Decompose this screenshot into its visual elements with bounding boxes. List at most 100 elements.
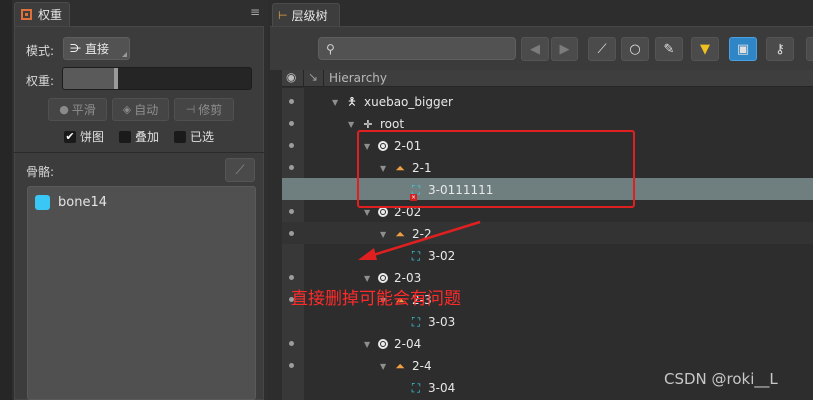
unchecked-box-icon [119, 130, 131, 143]
key-icon: ⚷ [775, 41, 785, 57]
next-button[interactable]: ▶ [551, 37, 578, 61]
divider [14, 152, 264, 153]
dropdown-corner-icon [122, 52, 127, 57]
key-button[interactable]: ⚷ [766, 37, 794, 61]
visibility-dot[interactable] [289, 275, 294, 280]
node-label: xuebao_bigger [364, 95, 453, 109]
slot-icon [378, 273, 388, 283]
node-label: 2-4 [412, 359, 432, 373]
node-label: 2-03 [394, 271, 422, 285]
bone-column-icon[interactable]: ↘ [308, 70, 318, 84]
tree-node-attachment[interactable]: ▼ ⏶ 2-4 [380, 355, 432, 377]
hierarchy-search-input[interactable]: ⚲ [318, 37, 516, 60]
annotation-arrow [358, 220, 481, 260]
weights-icon [21, 9, 32, 20]
slot-icon [378, 339, 388, 349]
pencil-icon: ✎ [663, 41, 675, 57]
search-icon: ⚲ [326, 41, 335, 56]
mode-select[interactable]: ⋺ 直接 [63, 37, 130, 60]
overlay-checkbox[interactable]: 叠加 [119, 128, 159, 145]
focus-frame-icon: ▣ [736, 41, 750, 57]
weight-slider-fill [63, 68, 116, 89]
filter-button[interactable]: ▼ [691, 37, 719, 61]
visibility-dot[interactable] [289, 165, 294, 170]
bone-pick-icon: ⟋ [235, 162, 245, 178]
annotation-highlight-box [357, 130, 635, 208]
pie-checkbox[interactable]: ✔ 饼图 [64, 128, 104, 145]
bone-pick-button[interactable]: ⟋ [225, 158, 255, 182]
watermark: CSDN @roki__L [664, 370, 778, 388]
node-label: 3-03 [428, 315, 456, 329]
expand-triangle-icon[interactable]: ▼ [348, 120, 356, 129]
pie-label: 饼图 [80, 130, 105, 144]
tab-hierarchy-label: 层级树 [291, 8, 328, 23]
expand-triangle-icon[interactable]: ▼ [364, 274, 372, 283]
new-slot-button[interactable]: ○ [621, 37, 649, 61]
previous-button[interactable]: ◀ [521, 37, 549, 61]
focus-button[interactable]: ▣ [729, 37, 757, 61]
weight-label: 权重: [26, 74, 55, 88]
expand-triangle-icon[interactable]: ▼ [364, 340, 372, 349]
filter-icon: ▼ [700, 41, 710, 57]
tree-node-slot[interactable]: ▼ 2-04 [364, 333, 421, 355]
visibility-dot[interactable] [289, 341, 294, 346]
toolbar-overflow-button[interactable] [806, 37, 813, 61]
visibility-eye-icon[interactable]: ◉ [286, 70, 296, 84]
tab-weights[interactable]: 权重 [14, 2, 70, 26]
expand-triangle-icon[interactable]: ▼ [364, 208, 372, 217]
bone-list-item[interactable]: bone14 [35, 195, 107, 210]
arrow-right-icon: ▶ [559, 41, 570, 57]
tree-node-skeleton[interactable]: ▼ 🯅 xuebao_bigger [332, 91, 453, 113]
new-bone-button[interactable]: ⟋ [588, 37, 616, 61]
prune-button[interactable]: ⊣ 修剪 [174, 98, 234, 121]
hierarchy-header-title: Hierarchy [329, 71, 388, 85]
header-divider [303, 70, 304, 87]
mesh-icon: ⛶ [411, 380, 421, 395]
weight-slider[interactable] [62, 67, 252, 90]
attachment-hanger-icon: ⏶ [395, 358, 405, 373]
visibility-dot[interactable] [289, 209, 294, 214]
weight-slider-handle[interactable] [113, 68, 118, 89]
tree-node-mesh[interactable]: ⛶ 3-03 [410, 311, 455, 333]
smooth-label: 平滑 [71, 103, 96, 117]
node-label: root [380, 117, 405, 131]
bone-color-swatch [35, 195, 50, 210]
tree-node-mesh[interactable]: ⛶ 3-04 [410, 377, 455, 399]
bone-name: bone14 [58, 195, 107, 210]
visibility-dot[interactable] [289, 121, 294, 126]
selected-checkbox[interactable]: 已选 [174, 128, 214, 145]
visibility-dot[interactable] [289, 231, 294, 236]
mode-label: 模式: [26, 44, 55, 58]
visibility-column [282, 88, 304, 400]
bones-label: 骨骼: [26, 165, 55, 179]
tab-hierarchy[interactable]: ⊢ 层级树 [272, 3, 340, 26]
tab-weights-label: 权重 [38, 8, 63, 22]
prune-icon: ⊣ [185, 103, 196, 116]
visibility-dot[interactable] [289, 99, 294, 104]
arrow-left-icon: ◀ [530, 41, 540, 57]
left-edge [0, 0, 12, 400]
root-bone-icon: ✛ [363, 117, 373, 131]
mesh-icon: ⛶ [411, 314, 421, 329]
direct-mode-icon: ⋺ [70, 42, 81, 55]
auto-weights-icon: ◈ [122, 103, 132, 116]
slot-icon [378, 207, 388, 217]
overlay-label: 叠加 [135, 130, 160, 144]
auto-button[interactable]: ◈ 自动 [112, 98, 169, 121]
smooth-button[interactable]: ● 平滑 [48, 98, 107, 121]
brush-icon: ⟋ [597, 41, 607, 57]
header-divider [323, 70, 324, 87]
panel-menu-icon[interactable]: ≡ [250, 6, 262, 18]
edit-button[interactable]: ✎ [655, 37, 683, 61]
prune-label: 修剪 [198, 103, 223, 117]
visibility-dot[interactable] [289, 363, 294, 368]
unchecked-box-icon [174, 130, 186, 143]
tree-icon: ⊢ [278, 8, 288, 22]
bones-list [27, 186, 256, 400]
checkmark-icon: ✔ [64, 129, 76, 143]
expand-triangle-icon[interactable]: ▼ [332, 98, 340, 107]
circle-icon: ○ [629, 41, 641, 57]
visibility-dot[interactable] [289, 143, 294, 148]
skeleton-icon: 🯅 [347, 94, 357, 108]
expand-triangle-icon[interactable]: ▼ [380, 362, 388, 371]
